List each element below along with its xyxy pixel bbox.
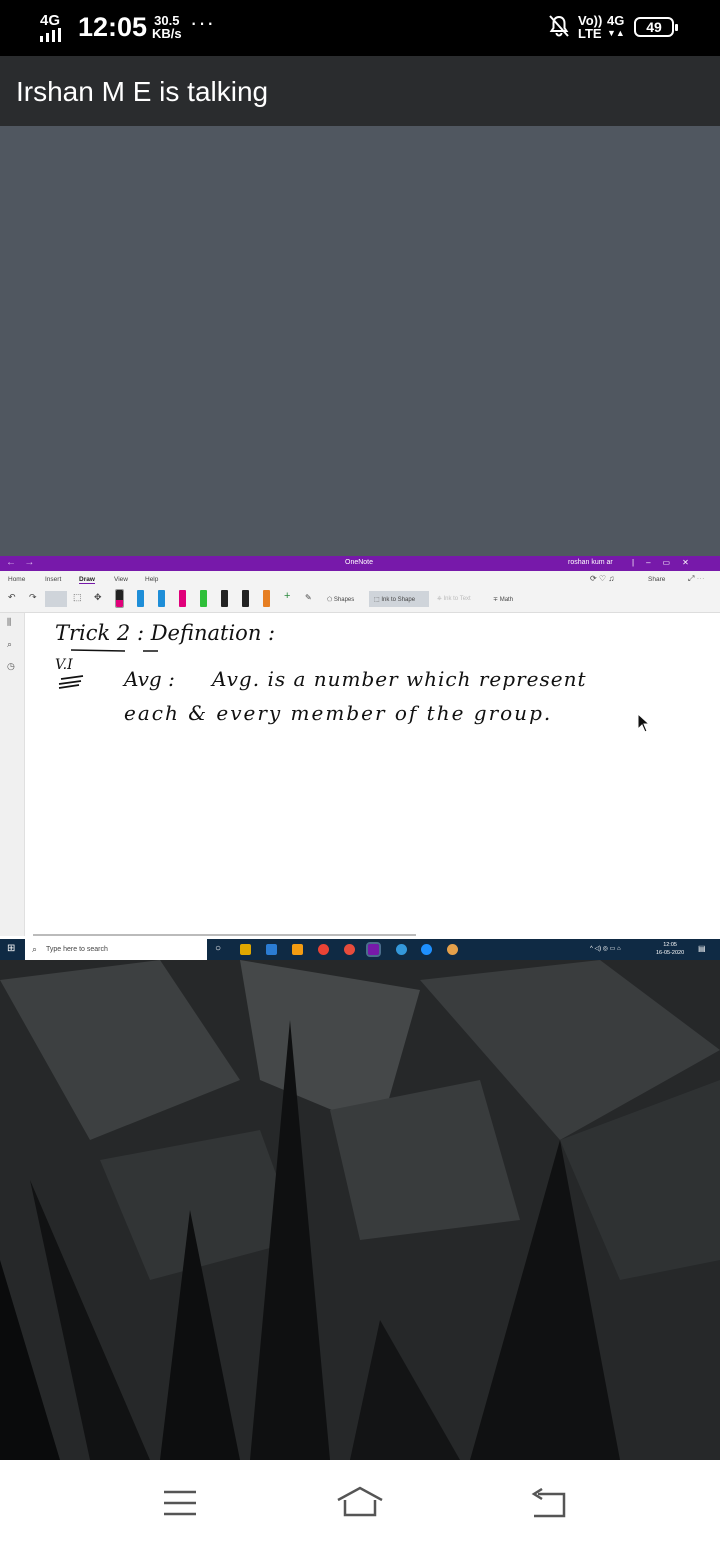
pen-black[interactable]	[115, 589, 124, 608]
note-canvas[interactable]: Trick 2 : Defination : V.I Avg : Avg. is…	[25, 613, 720, 936]
recent-icon[interactable]: ◷	[7, 661, 15, 672]
talking-label: Irshan M E is talking	[16, 76, 269, 107]
shared-screen: ← → OneNote roshan kum ar |–▭✕ Home Inse…	[0, 556, 720, 960]
wallpaper	[0, 960, 720, 1460]
network-speed: 30.5 KB/s	[152, 14, 182, 40]
back-icon[interactable]	[528, 1488, 568, 1518]
more-notifications-icon: ···	[190, 10, 215, 35]
tab-draw[interactable]: Draw	[79, 576, 95, 584]
video-placeholder	[0, 126, 720, 556]
tab-home[interactable]: Home	[8, 576, 25, 583]
app-title: OneNote	[345, 559, 374, 566]
cortana-icon[interactable]: ○	[215, 943, 221, 954]
home-icon[interactable]	[336, 1486, 384, 1518]
leaf-pattern	[0, 960, 720, 1460]
tab-help[interactable]: Help	[145, 576, 158, 583]
undo-icon[interactable]: ↶	[8, 592, 16, 603]
tab-insert[interactable]: Insert	[45, 576, 61, 583]
user-name: roshan kum ar	[568, 559, 613, 566]
data-arrows-icon: ▼▲	[607, 28, 625, 38]
avg-label: Avg :	[124, 667, 175, 691]
app-icon-2[interactable]	[447, 944, 458, 955]
ribbon-tabs: Home Insert Draw View Help ⟳ ♡ ♫ Share ⤢…	[0, 571, 720, 587]
search-icon[interactable]: ⌕	[7, 639, 12, 650]
edge-icon[interactable]	[421, 944, 432, 955]
window-controls[interactable]: |–▭✕	[632, 558, 701, 567]
nav-arrows-icon[interactable]: ← →	[6, 557, 34, 568]
sync-icon[interactable]: ⟳ ♡ ♫	[590, 574, 614, 583]
cursor-icon	[637, 713, 651, 733]
clock-date: 16-05-2020	[656, 950, 685, 956]
navigation-bar	[0, 1460, 720, 1544]
expand-icon[interactable]: ⤢ ⋯	[688, 574, 705, 584]
lte-label: LTE	[578, 26, 602, 41]
search-placeholder: Type here to search	[46, 946, 108, 953]
speed-unit: KB/s	[152, 26, 182, 41]
pen-blue-2[interactable]	[158, 590, 165, 607]
avg-definition-line1: Avg. is a number which represent	[212, 667, 587, 691]
add-space-icon[interactable]: ⬚	[73, 592, 82, 603]
draw-toolbar: ↶ ↷ ⬚ ✥ + ✎ ⬠ Shapes ⬚ Ink to Shape ⎈ In…	[0, 587, 720, 613]
navigation-rail: ⫼ ⌕ ◷	[0, 613, 25, 936]
signal-icon	[40, 28, 61, 42]
notification-icon[interactable]: ▤	[698, 944, 706, 953]
notebooks-icon[interactable]: ⫼	[7, 617, 11, 628]
windows-taskbar: ⊞ ⌕ Type here to search ○ ^ ◁) ◎ ▭ ⌂ 12:…	[0, 939, 720, 960]
battery-icon: 49	[634, 17, 678, 37]
taskbar-search[interactable]: ⌕ Type here to search	[25, 939, 207, 960]
app-icon[interactable]	[396, 944, 407, 955]
vi-underline	[58, 675, 84, 689]
bell-muted-icon	[549, 15, 569, 37]
pen-magenta[interactable]	[179, 590, 186, 607]
chrome-icon[interactable]	[318, 944, 329, 955]
ink-to-shape-label: Ink to Shape	[381, 597, 416, 603]
ruler-icon[interactable]: ✎	[305, 593, 312, 602]
eraser-icon[interactable]: ✥	[94, 592, 102, 603]
vi-mark: V.I	[55, 657, 73, 673]
add-pen-icon[interactable]: +	[284, 590, 290, 602]
taskbar-clock[interactable]: 12:05 16-05-2020	[656, 941, 684, 957]
call-banner[interactable]: Irshan M E is talking	[0, 56, 720, 126]
ink-to-text-label: Ink to Text	[443, 596, 471, 602]
lasso-select-icon[interactable]	[45, 591, 67, 607]
data-type-label: 4G	[607, 13, 625, 28]
search-icon: ⌕	[32, 944, 38, 954]
onenote-taskbar-icon[interactable]	[366, 942, 381, 957]
store-icon[interactable]	[266, 944, 277, 955]
tab-view[interactable]: View	[114, 576, 128, 583]
math-button[interactable]: ∓ Math	[493, 596, 513, 603]
math-label: Math	[499, 597, 514, 603]
status-bar: 4G 12:05 30.5 KB/s ··· Vo)) LTE 4G ▼▲ 49	[0, 0, 720, 56]
ink-to-text-button[interactable]: ⎈ Ink to Text	[437, 596, 471, 603]
clock: 12:05	[78, 12, 148, 42]
redo-icon[interactable]: ↷	[29, 592, 37, 603]
shapes-label: Shapes	[333, 597, 355, 603]
pen-black-3[interactable]	[242, 590, 249, 607]
volte-indicator: Vo)) LTE	[578, 14, 602, 40]
share-button[interactable]: Share	[648, 576, 665, 583]
clock-time: 12:05	[663, 942, 677, 948]
file-explorer-icon[interactable]	[240, 944, 251, 955]
data-type: 4G ▼▲	[607, 14, 625, 40]
firefox-icon[interactable]	[344, 944, 355, 955]
avg-definition-line2: each & every member of the group.	[124, 701, 553, 725]
vlc-icon[interactable]	[292, 944, 303, 955]
highlighter-green[interactable]	[200, 590, 207, 607]
start-icon[interactable]: ⊞	[7, 943, 15, 954]
tray-icons[interactable]: ^ ◁) ◎ ▭ ⌂	[590, 945, 621, 952]
heading-underline	[70, 649, 158, 652]
pen-black-2[interactable]	[221, 590, 228, 607]
pen-blue[interactable]	[137, 590, 144, 607]
onenote-titlebar: ← → OneNote roshan kum ar |–▭✕	[0, 556, 720, 571]
ink-to-shape-button[interactable]: ⬚ Ink to Shape	[374, 596, 415, 603]
note-heading: Trick 2 : Defination :	[55, 621, 276, 645]
menu-icon[interactable]	[162, 1488, 198, 1518]
pen-orange[interactable]	[263, 590, 270, 607]
shapes-button[interactable]: ⬠ Shapes	[327, 596, 354, 603]
network-type: 4G	[40, 12, 61, 29]
battery-level: 49	[646, 19, 662, 35]
scrollbar[interactable]	[33, 934, 416, 936]
